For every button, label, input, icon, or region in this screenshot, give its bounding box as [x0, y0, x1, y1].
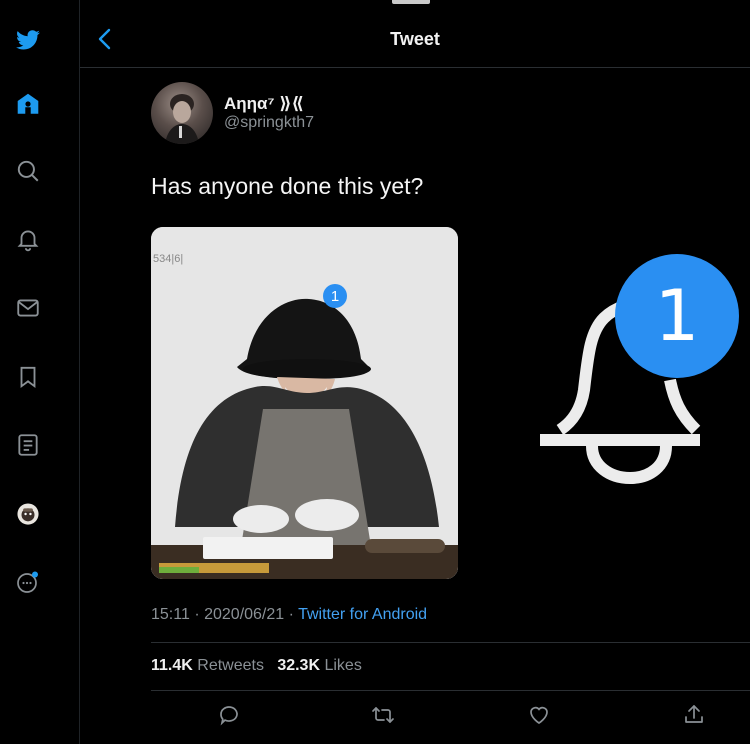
- media-corner-tag: 534|6|: [153, 253, 184, 265]
- search-icon[interactable]: [12, 155, 44, 187]
- large-notification-badge: 1: [615, 254, 739, 378]
- profile-avatar[interactable]: [12, 498, 44, 530]
- like-button[interactable]: [527, 703, 553, 729]
- meta-separator: ·: [288, 606, 294, 623]
- tweet-source-link[interactable]: Twitter for Android: [298, 606, 427, 623]
- reply-icon: [220, 706, 238, 726]
- retweets-stat[interactable]: 11.4K Retweets: [151, 657, 264, 674]
- likes-label: Likes: [324, 657, 362, 674]
- retweet-icon: [372, 707, 394, 723]
- bookmarks-icon[interactable]: [12, 361, 44, 393]
- messages-envelope-icon[interactable]: [12, 292, 44, 324]
- tweet-media-image[interactable]: 534|6| 1: [151, 227, 458, 579]
- likes-stat[interactable]: 32.3K Likes: [277, 657, 362, 674]
- likes-count: 32.3K: [277, 657, 321, 674]
- retweet-button[interactable]: [371, 703, 397, 729]
- author-handle[interactable]: @springkth7: [224, 114, 314, 132]
- sidebar-nav: [0, 0, 80, 744]
- twitter-logo-icon[interactable]: [12, 24, 44, 56]
- tweet-time: 15:11: [151, 606, 190, 623]
- notifications-bell-icon[interactable]: [12, 223, 44, 255]
- retweets-count: 11.4K: [151, 657, 193, 674]
- lists-icon[interactable]: [12, 429, 44, 461]
- author-display-name[interactable]: Aηηα⁷ ⟫⟪: [224, 94, 304, 114]
- meta-separator: ·: [194, 606, 200, 623]
- tweet-stats: 11.4K Retweets 32.3K Likes: [151, 657, 362, 675]
- media-notification-badge: 1: [323, 284, 347, 308]
- reply-button[interactable]: [217, 703, 243, 729]
- retweets-label: Retweets: [197, 657, 264, 674]
- tweet-text: Has anyone done this yet?: [151, 173, 424, 199]
- tweet-date: 2020/06/21: [204, 606, 285, 623]
- divider: [151, 642, 750, 643]
- like-heart-icon: [530, 706, 548, 725]
- author-avatar[interactable]: [151, 82, 213, 144]
- page-header: Tweet: [80, 0, 750, 68]
- more-icon[interactable]: [12, 566, 44, 598]
- page-title: Tweet: [390, 29, 440, 49]
- divider: [151, 690, 750, 691]
- share-icon: [685, 705, 703, 723]
- home-icon[interactable]: [12, 88, 44, 120]
- share-button[interactable]: [682, 703, 708, 729]
- tweet-meta: 15:11 · 2020/06/21 · Twitter for Android: [151, 606, 427, 624]
